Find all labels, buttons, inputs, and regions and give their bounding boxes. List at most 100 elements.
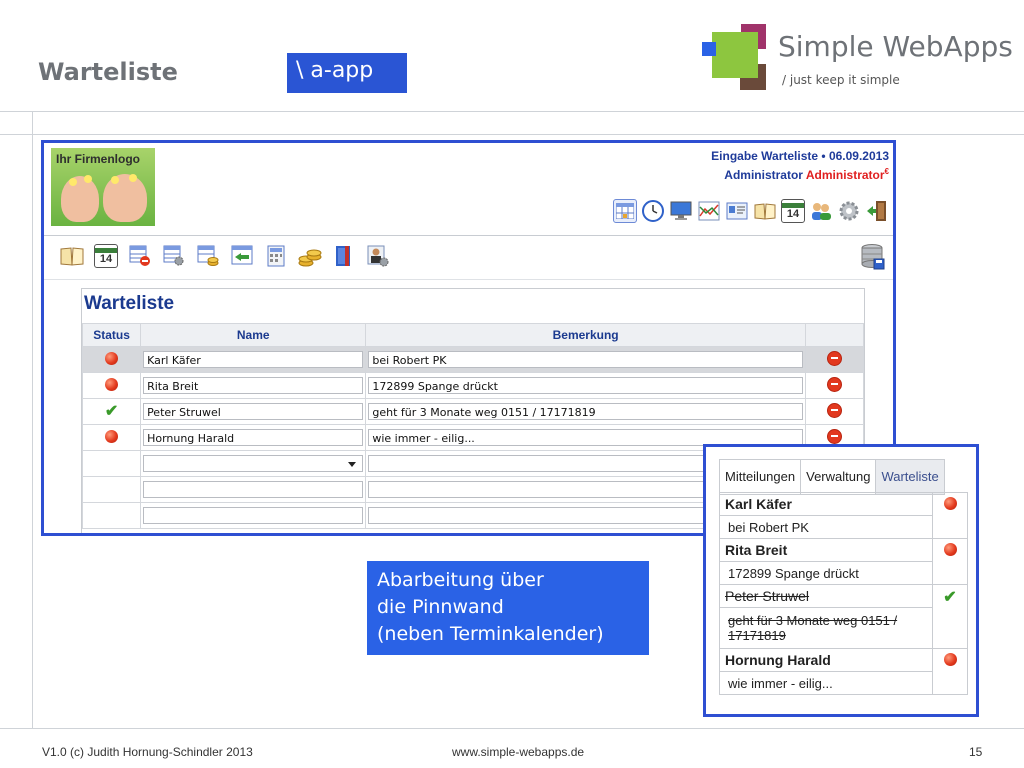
name-input[interactable]: Rita Breit xyxy=(143,377,364,394)
pinboard-tabs: Mitteilungen Verwaltung Warteliste xyxy=(719,459,945,495)
book-icon[interactable] xyxy=(753,199,777,223)
tab-mitteilungen[interactable]: Mitteilungen xyxy=(720,460,802,494)
name-input[interactable] xyxy=(143,507,364,524)
entry-note: 172899 Spange drückt xyxy=(719,561,933,585)
status-open-icon[interactable] xyxy=(105,429,119,443)
gear-icon[interactable] xyxy=(837,199,861,223)
remark-input[interactable]: geht für 3 Monate weg 0151 / 17171819 xyxy=(368,403,803,420)
foot-image-icon xyxy=(61,176,99,222)
binder-icon[interactable] xyxy=(332,244,356,268)
table-delete-icon[interactable] xyxy=(128,244,152,268)
divider-second xyxy=(0,134,1024,135)
smiley-icon xyxy=(111,176,119,184)
delete-button[interactable] xyxy=(826,402,842,418)
list-item-note: bei Robert PK xyxy=(719,515,968,539)
user-role[interactable]: Administrator xyxy=(806,168,885,182)
table-row[interactable]: ✔ Peter Struwel geht für 3 Monate weg 01… xyxy=(81,398,865,425)
remark-input[interactable]: 172899 Spange drückt xyxy=(368,377,803,394)
user-settings-icon[interactable] xyxy=(366,244,390,268)
brand-name: Simple WebApps xyxy=(778,30,1013,63)
company-logo: Ihr Firmenlogo xyxy=(51,148,155,226)
column-remark[interactable]: Bemerkung xyxy=(365,323,806,347)
monitor-icon[interactable] xyxy=(669,199,693,223)
pinboard-list: Karl Käfer bei Robert PK Rita Breit 1728… xyxy=(719,492,968,695)
waitlist-title: Warteliste xyxy=(84,293,175,314)
entry-name[interactable]: Hornung Harald xyxy=(719,648,933,672)
callout-line-2: die Pinnwand xyxy=(377,596,504,618)
delete-button[interactable] xyxy=(826,350,842,366)
table-coins-icon[interactable] xyxy=(196,244,220,268)
callout-box: Abarbeitung über die Pinnwand (neben Ter… xyxy=(367,561,649,655)
column-status[interactable]: Status xyxy=(81,323,142,347)
footer-url[interactable]: www.simple-webapps.de xyxy=(452,745,584,759)
tab-verwaltung[interactable]: Verwaltung xyxy=(801,460,877,494)
list-item-note: wie immer - eilig... xyxy=(719,671,968,695)
table-row[interactable]: Rita Breit 172899 Spange drückt xyxy=(81,372,865,399)
status-done-check-icon[interactable]: ✔ xyxy=(943,589,956,606)
delete-button[interactable] xyxy=(826,428,842,444)
status-open-icon[interactable] xyxy=(105,351,119,365)
divider-top xyxy=(0,111,1024,112)
chart-icon[interactable] xyxy=(697,199,721,223)
user-label: Administrator xyxy=(724,168,803,182)
book-icon[interactable] xyxy=(60,244,84,268)
clock-icon[interactable] xyxy=(641,199,665,223)
list-item-note: 172899 Spange drückt xyxy=(719,561,968,585)
foot-image-icon xyxy=(103,174,147,222)
list-item[interactable]: Peter Struwel ✔ xyxy=(719,584,968,649)
list-item[interactable]: Karl Käfer xyxy=(719,492,968,539)
spreadsheet-icon[interactable] xyxy=(613,199,637,223)
table-arrow-icon[interactable] xyxy=(230,244,254,268)
smiley-icon xyxy=(84,175,92,183)
status-open-icon[interactable] xyxy=(943,543,957,556)
a-app-badge: \ a-app xyxy=(287,53,407,93)
status-open-icon[interactable] xyxy=(943,653,957,666)
status-open-icon[interactable] xyxy=(943,497,957,510)
smiley-icon xyxy=(129,174,137,182)
smiley-icon xyxy=(69,178,77,186)
remark-input[interactable]: bei Robert PK xyxy=(368,351,803,368)
entry-name[interactable]: Peter Struwel xyxy=(719,584,933,608)
callout-line-1: Abarbeitung über xyxy=(377,569,544,591)
list-item[interactable]: Rita Breit xyxy=(719,538,968,585)
column-name[interactable]: Name xyxy=(140,323,367,347)
list-item-note: geht für 3 Monate weg 0151 / 17171819 xyxy=(719,607,968,649)
divider-vertical xyxy=(32,111,33,728)
table-row[interactable]: Karl Käfer bei Robert PK xyxy=(81,346,865,373)
name-select[interactable] xyxy=(143,455,364,472)
logo-text: Ihr Firmenlogo xyxy=(56,152,140,166)
secondary-toolbar: 14 xyxy=(60,244,390,268)
status-open-icon[interactable] xyxy=(105,377,119,391)
entry-note: bei Robert PK xyxy=(719,515,933,539)
tab-warteliste[interactable]: Warteliste xyxy=(876,460,944,494)
slide-title: Warteliste xyxy=(38,58,178,86)
delete-button[interactable] xyxy=(826,376,842,392)
name-input[interactable]: Peter Struwel xyxy=(143,403,364,420)
calendar-icon[interactable]: 14 xyxy=(781,199,805,223)
input-title: Eingabe Warteliste • 06.09.2013 xyxy=(711,149,889,163)
name-input[interactable]: Karl Käfer xyxy=(143,351,364,368)
calendar-icon[interactable]: 14 xyxy=(94,244,118,268)
list-item[interactable]: Hornung Harald xyxy=(719,648,968,695)
entry-name[interactable]: Rita Breit xyxy=(719,538,933,562)
users-icon[interactable] xyxy=(809,199,833,223)
id-card-icon[interactable] xyxy=(725,199,749,223)
table-settings-icon[interactable] xyxy=(162,244,186,268)
name-input[interactable]: Hornung Harald xyxy=(143,429,364,446)
table-header-row: Status Name Bemerkung xyxy=(81,323,865,347)
pinboard-window: Mitteilungen Verwaltung Warteliste Karl … xyxy=(703,444,979,717)
toolbar-separator xyxy=(44,279,893,280)
entry-note: geht für 3 Monate weg 0151 / 17171819 xyxy=(719,607,933,649)
toolbar-separator xyxy=(44,235,893,236)
entry-name[interactable]: Karl Käfer xyxy=(719,492,933,516)
footer-page-number: 15 xyxy=(969,745,983,759)
status-done-check-icon[interactable]: ✔ xyxy=(105,403,118,420)
database-save-icon[interactable] xyxy=(861,244,885,275)
main-toolbar: 14 xyxy=(613,199,889,223)
calculator-icon[interactable] xyxy=(264,244,288,268)
exit-door-icon[interactable] xyxy=(865,199,889,223)
coins-icon[interactable] xyxy=(298,244,322,268)
brand-logo-icon xyxy=(702,24,772,92)
brand-tagline: / just keep it simple xyxy=(782,73,900,87)
name-input[interactable] xyxy=(143,481,364,498)
